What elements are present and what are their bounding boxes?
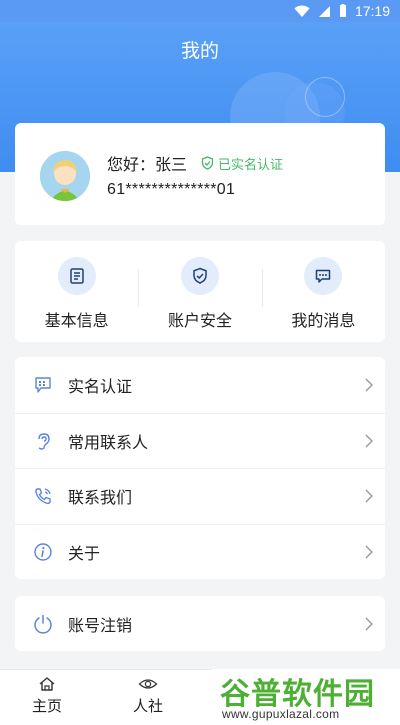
eye-icon <box>138 679 158 689</box>
battery-icon <box>339 4 346 17</box>
watermark-url: www.gupuxlazal.com <box>222 707 340 721</box>
menu-item-label: 关于 <box>68 543 101 563</box>
profile-card[interactable]: 您好：张三 已实名认证 61**************01 <box>15 123 385 225</box>
id-card-icon <box>32 374 54 396</box>
menu-item-label: 实名认证 <box>68 376 133 396</box>
verified-badge: 已实名认证 <box>201 154 283 173</box>
verified-shield-icon <box>201 156 214 170</box>
menu-item-real-name-auth[interactable]: 实名认证 <box>15 357 385 413</box>
signal-icon <box>318 5 330 17</box>
menu-item-about[interactable]: 关于 <box>15 523 385 580</box>
quick-item-label: 账户安全 <box>167 311 232 330</box>
menu-item-account-cancel[interactable]: 账号注销 <box>15 596 385 651</box>
chevron-right-icon <box>365 434 373 448</box>
id-number: 61**************01 <box>107 181 236 198</box>
quick-item-label: 基本信息 <box>44 311 109 330</box>
menu-item-label: 账号注销 <box>68 615 133 635</box>
menu-item-contact-us[interactable]: 联系我们 <box>15 468 385 524</box>
quick-item-label: 我的消息 <box>291 311 356 330</box>
menu-item-label: 联系我们 <box>68 488 133 508</box>
power-icon <box>32 613 54 635</box>
quick-item-basic-info[interactable]: 基本信息 <box>15 241 138 342</box>
message-icon <box>304 257 343 295</box>
status-bar: 17:19 <box>0 0 400 22</box>
quick-item-account-security[interactable]: 账户安全 <box>138 241 261 342</box>
verified-label: 已实名认证 <box>218 157 284 173</box>
menu-item-label: 常用联系人 <box>68 432 149 452</box>
tab-home[interactable]: 主页 <box>32 676 62 716</box>
document-icon <box>57 257 96 295</box>
avatar[interactable] <box>40 151 90 201</box>
wifi-icon <box>294 5 310 17</box>
chevron-right-icon <box>365 617 373 630</box>
home-icon <box>39 677 55 691</box>
shield-icon <box>180 257 219 295</box>
info-icon <box>32 541 54 563</box>
quick-actions-card: 基本信息 账户安全 我的消息 <box>15 241 385 342</box>
greeting-text: 您好：张三 <box>107 155 188 174</box>
page-title: 我的 <box>180 40 219 62</box>
chevron-right-icon <box>365 378 373 392</box>
chevron-right-icon <box>365 489 373 503</box>
tab-social-security[interactable]: 人社 <box>133 676 163 716</box>
watermark: 谷普软件园 www.gupuxlazal.com <box>212 669 400 725</box>
tab-label: 人社 <box>133 697 164 715</box>
phone-icon <box>32 485 54 507</box>
chevron-right-icon <box>365 545 373 559</box>
greeting-row: 您好：张三 已实名认证 <box>107 151 283 175</box>
tab-label: 主页 <box>32 697 63 715</box>
status-time: 17:19 <box>354 3 390 19</box>
quick-item-my-messages[interactable]: 我的消息 <box>261 241 385 342</box>
account-cancel-card: 账号注销 <box>15 596 385 651</box>
ear-icon <box>32 430 54 452</box>
menu-list: 实名认证 常用联系人 联系我们 关于 <box>15 357 385 579</box>
menu-item-contacts[interactable]: 常用联系人 <box>15 412 385 469</box>
